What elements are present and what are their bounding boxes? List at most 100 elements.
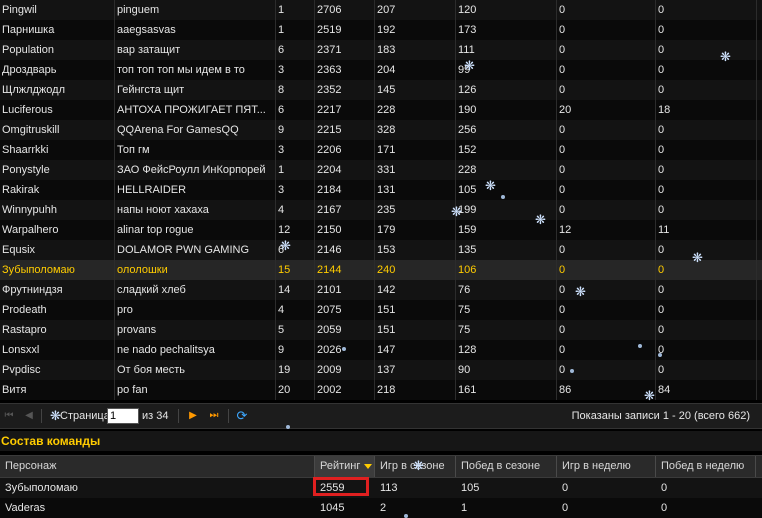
table-row[interactable]: Pvpdisc От боя месть 19 2009 137 90 0 0 (0, 360, 762, 380)
cell-week-games: 0 (559, 24, 566, 36)
cell-name: Population (2, 44, 54, 56)
table-row[interactable]: Warpalhero alinar top rogue 12 2150 179 159 12… (0, 220, 762, 240)
cell-week-wins: 0 (658, 64, 665, 76)
cell-season-games: 147 (377, 344, 396, 356)
cell-team: QQArena For GamesQQ (117, 124, 239, 136)
cell-name: Rakirak (2, 184, 40, 196)
column-divider (374, 200, 375, 220)
column-divider (314, 60, 315, 80)
table-row[interactable]: Парнишка aaegsasvas 1 2519 192 173 0 0 (0, 20, 762, 40)
cell-rating: 2371 (317, 44, 342, 56)
table-row[interactable]: Витя po fan 20 2002 218 161 86 84 (0, 380, 762, 400)
cell-week-wins: 0 (658, 44, 665, 56)
column-divider (455, 20, 456, 40)
cell-season-wins: 1 (461, 502, 468, 514)
column-header-week-wins[interactable]: Побед в неделю (656, 456, 756, 477)
cell-week-games: 0 (559, 4, 566, 16)
players-grid: Pingwil pinguem 1 2706 207 120 0 0 Парнишка aaegs… (0, 0, 762, 400)
table-row[interactable]: Зубыполомаю 2559 113 105 0 0 (0, 478, 762, 498)
cell-season-wins: 173 (458, 24, 477, 36)
column-divider (756, 260, 757, 280)
page-count-label: из 34 (142, 410, 169, 422)
column-divider (655, 0, 656, 20)
column-divider (275, 20, 276, 40)
table-row[interactable]: Population вар затащит 6 2371 183 111 0 0 (0, 40, 762, 60)
cell-season-wins: 256 (458, 124, 477, 136)
cell-week-games: 0 (559, 284, 566, 296)
first-page-icon[interactable]: ⏮ (2, 409, 16, 423)
column-divider (556, 80, 557, 100)
cell-week-wins: 0 (658, 204, 665, 216)
cell-season-games: 113 (380, 482, 398, 494)
column-divider (275, 120, 276, 140)
table-row[interactable]: Luciferous АНТОХА ПРОЖИГАЕТ ПЯТ... 6 2217 22… (0, 100, 762, 120)
cell-name: Парнишка (2, 24, 55, 36)
cell-rank: 1 (278, 164, 285, 176)
cell-team: HELLRAIDER (117, 184, 187, 196)
cell-season-wins: 75 (458, 304, 471, 316)
column-divider (455, 220, 456, 240)
column-divider (756, 320, 757, 340)
last-page-icon[interactable]: ⏭ (207, 409, 221, 423)
cell-week-games: 20 (559, 104, 572, 116)
column-divider (455, 320, 456, 340)
column-divider (756, 100, 757, 120)
cell-team: DOLAMOR PWN GAMING (117, 244, 250, 256)
cell-rating: 2184 (317, 184, 342, 196)
table-row[interactable]: Winnypuhh напы ноют хахаха 4 2167 235 199 0 0 (0, 200, 762, 220)
refresh-icon[interactable]: ⟳ (235, 409, 249, 423)
toolbar-divider (41, 409, 42, 423)
cell-name: Omgitruskill (2, 124, 60, 136)
column-divider (275, 100, 276, 120)
next-page-icon[interactable]: ▶ (186, 409, 200, 423)
column-header-rating[interactable]: Рейтинг (315, 456, 375, 477)
table-row[interactable]: Щлжлджодл Гейнгста щит 8 2352 145 126 0 0 (0, 80, 762, 100)
column-divider (114, 80, 115, 100)
cell-week-games: 0 (559, 244, 566, 256)
column-divider (114, 60, 115, 80)
column-header-character[interactable]: Персонаж (0, 456, 315, 477)
table-row[interactable]: Rakirak HELLRAIDER 3 2184 131 105 0 0 (0, 180, 762, 200)
column-header-season-wins[interactable]: Побед в сезоне (456, 456, 557, 477)
table-row[interactable]: Фрутниндзя сладкий хлеб 14 2101 142 76 0 0 (0, 280, 762, 300)
column-divider (114, 180, 115, 200)
cell-season-games: 2 (380, 502, 387, 514)
column-header-week-games[interactable]: Игр в неделю (557, 456, 656, 477)
table-row[interactable]: Omgitruskill QQArena For GamesQQ 9 2215 328 2… (0, 120, 762, 140)
cell-team: Топ гм (117, 144, 150, 156)
table-row[interactable]: Prodeath pro 4 2075 151 75 0 0 (0, 300, 762, 320)
cell-rating: 2075 (317, 304, 342, 316)
cell-rank: 20 (278, 384, 291, 396)
column-divider (655, 220, 656, 240)
column-header-season-games[interactable]: Игр в сезоне (375, 456, 456, 477)
cell-rating: 1045 (320, 502, 345, 514)
table-row[interactable]: Vaderas 1045 2 1 0 0 (0, 498, 762, 518)
cell-rank: 6 (278, 244, 285, 256)
cell-season-games: 240 (377, 264, 396, 276)
table-row[interactable]: Lonsxxl ne nado pechalitsya 9 2026 147 128 0 0 (0, 340, 762, 360)
column-divider (556, 20, 557, 40)
cell-season-games: 228 (377, 104, 396, 116)
cell-character: Vaderas (5, 502, 46, 514)
table-row[interactable]: Ponystyle ЗАО ФейсРоулл ИнКорпорей 1 2204 33… (0, 160, 762, 180)
table-row[interactable]: Rastapro provans 5 2059 151 75 0 0 (0, 320, 762, 340)
table-row[interactable]: Pingwil pinguem 1 2706 207 120 0 0 (0, 0, 762, 20)
table-row-selected[interactable]: Зубыполомаю ололошки 15 2144 240 106 0 0 (0, 260, 762, 280)
page-number-input[interactable] (107, 408, 139, 424)
cell-name: Winnypuhh (2, 204, 58, 216)
column-divider (275, 380, 276, 400)
column-divider (314, 220, 315, 240)
cell-week-games: 0 (559, 44, 566, 56)
column-divider (655, 40, 656, 60)
column-divider (314, 280, 315, 300)
prev-page-icon[interactable]: ◀ (22, 409, 36, 423)
table-row[interactable]: Дроздварь топ топ топ мы идем в то 3 2363 20… (0, 60, 762, 80)
cell-rank: 3 (278, 184, 285, 196)
column-divider (374, 160, 375, 180)
table-row[interactable]: Shaarrkki Топ гм 3 2206 171 152 0 0 (0, 140, 762, 160)
table-row[interactable]: Equsix DOLAMOR PWN GAMING 6 2146 153 135 0 0 (0, 240, 762, 260)
cell-season-wins: 120 (458, 4, 477, 16)
column-divider (556, 200, 557, 220)
column-divider (556, 380, 557, 400)
column-divider (556, 320, 557, 340)
